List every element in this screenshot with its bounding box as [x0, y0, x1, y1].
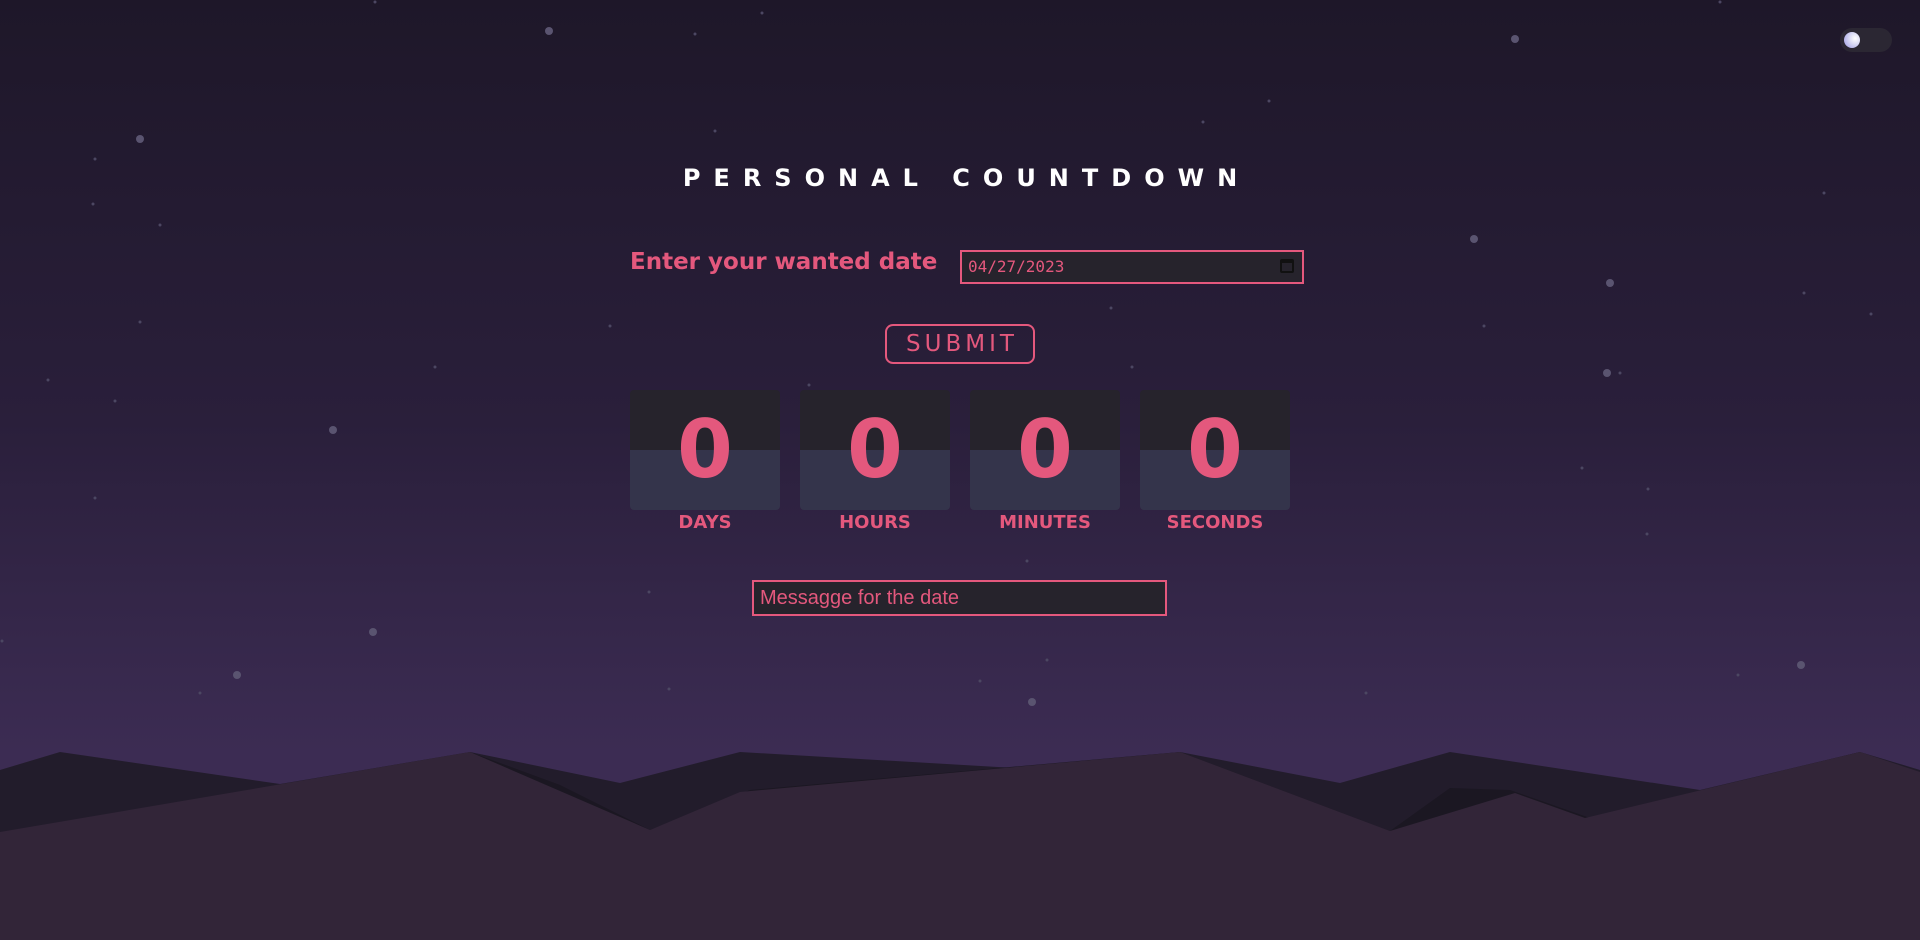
- seconds-card: 0: [1140, 390, 1290, 510]
- date-label: Enter your wanted date: [630, 249, 938, 275]
- seconds-value: 0: [1187, 403, 1243, 496]
- minutes-card: 0: [970, 390, 1120, 510]
- hours-value: 0: [847, 403, 903, 496]
- seconds-label: SECONDS: [1166, 512, 1264, 533]
- date-input[interactable]: 04/27/2023: [960, 250, 1304, 284]
- mountain-range: [0, 752, 1920, 940]
- minutes-label: MINUTES: [999, 512, 1091, 533]
- moon-toggle-icon: [1844, 32, 1860, 48]
- days-card: 0: [630, 390, 780, 510]
- hours-card: 0: [800, 390, 950, 510]
- page-title: PERSONAL COUNTDOWN: [682, 164, 1251, 192]
- message-input[interactable]: Messagge for the date: [752, 580, 1167, 616]
- minutes-value: 0: [1017, 403, 1073, 496]
- days-value: 0: [677, 403, 733, 496]
- submit-button[interactable]: SUBMIT: [885, 324, 1035, 364]
- date-value: 04/27/2023: [968, 257, 1065, 276]
- hours-label: HOURS: [839, 512, 911, 533]
- calendar-icon[interactable]: [1280, 259, 1294, 273]
- theme-toggle[interactable]: [1840, 28, 1892, 52]
- days-label: DAYS: [678, 512, 732, 533]
